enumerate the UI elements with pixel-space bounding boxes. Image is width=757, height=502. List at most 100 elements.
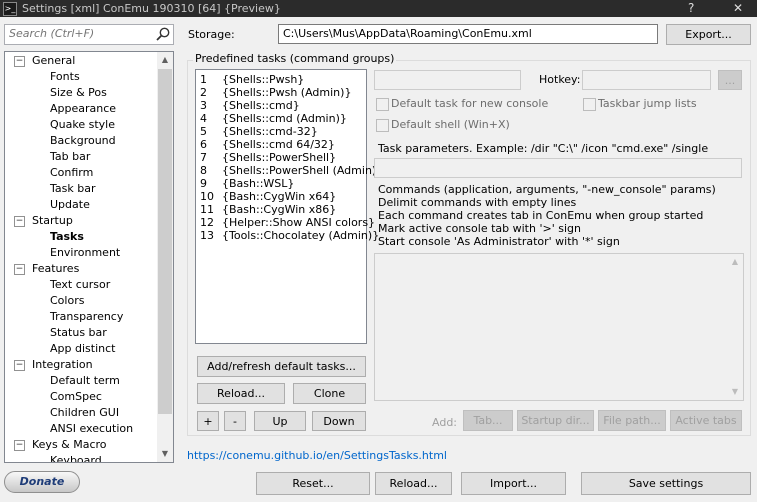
import-button[interactable]: Import... [461, 472, 566, 495]
task-list[interactable]: 1 {Shells::Pwsh} 2 {Shells::Pwsh (Admin)} 3{… [195, 69, 383, 344]
move-down-button[interactable]: Down [312, 411, 366, 431]
task-row[interactable]: 4 {Shells::cmd (Admin)} [200, 112, 347, 125]
tree-item-task-bar[interactable]: Task bar [50, 181, 95, 197]
task-number: 9 [200, 177, 207, 190]
tree-item-features[interactable]: Features [32, 261, 79, 277]
task-name: {Tools::Chocolatey (Admin)} [222, 229, 380, 242]
task-row[interactable]: 6 {Shells::cmd 64/32} [200, 138, 335, 151]
hotkey-field[interactable] [582, 70, 711, 90]
help-button[interactable]: ? [688, 0, 694, 17]
add-file-path-button[interactable]: File path... [598, 410, 666, 431]
tree-item-quake-style[interactable]: Quake style [50, 117, 115, 133]
search-box [4, 24, 174, 45]
task-row[interactable]: 10 {Bash::CygWin x64} [200, 190, 336, 203]
task-params-field[interactable] [374, 158, 742, 178]
task-row[interactable]: 13 {Tools::Chocolatey (Admin)} [200, 229, 379, 242]
tree-item-keyboard[interactable]: Keyboard [50, 453, 102, 462]
collapse-icon[interactable]: − [14, 440, 25, 451]
tree-item-comspec[interactable]: ComSpec [50, 389, 102, 405]
add-tab-button[interactable]: Tab... [463, 410, 513, 431]
default-task-checkbox[interactable] [376, 98, 389, 111]
add-refresh-default-tasks-button[interactable]: Add/refresh default tasks... [197, 356, 366, 377]
taskbar-jump-checkbox[interactable] [583, 98, 596, 111]
collapse-icon[interactable]: − [14, 264, 25, 275]
settings-tree: − General Fonts Size & Pos Appearance Quake s… [4, 51, 174, 463]
cmd-scroll-down-icon[interactable]: ▼ [727, 384, 743, 400]
tree-item-text-cursor[interactable]: Text cursor [50, 277, 110, 293]
collapse-icon[interactable]: − [14, 56, 25, 67]
move-up-button[interactable]: Up [254, 411, 306, 431]
task-name-field[interactable] [374, 70, 521, 90]
add-startup-dir-button[interactable]: Startup dir... [517, 410, 594, 431]
tree-item-transparency[interactable]: Transparency [50, 309, 123, 325]
export-button[interactable]: Export... [666, 24, 751, 45]
cmd-scroll-up-icon[interactable]: ▲ [727, 254, 743, 270]
tree-item-background[interactable]: Background [50, 133, 116, 149]
scroll-up-icon[interactable]: ▲ [157, 52, 173, 68]
commands-textarea[interactable]: ▲ ▼ [374, 253, 744, 401]
tree-item-update[interactable]: Update [50, 197, 90, 213]
tree-item-children-gui[interactable]: Children GUI [50, 405, 119, 421]
tree-item-app-distinct[interactable]: App distinct [50, 341, 115, 357]
tree-item-keys-macro[interactable]: Keys & Macro [32, 437, 107, 453]
task-name: {Helper::Show ANSI colors} [222, 216, 376, 229]
task-row[interactable]: 1 {Shells::Pwsh} [200, 73, 304, 86]
clone-button[interactable]: Clone [293, 383, 366, 404]
hotkey-browse-button[interactable]: ... [718, 70, 742, 90]
task-number: 4 [200, 112, 207, 125]
add-label: Add: [432, 416, 458, 429]
add-task-button[interactable]: + [197, 411, 219, 431]
task-row[interactable]: 12 {Helper::Show ANSI colors} [200, 216, 375, 229]
task-row[interactable]: 2 {Shells::Pwsh (Admin)} [200, 86, 351, 99]
collapse-icon[interactable]: − [14, 216, 25, 227]
tree-item-ansi-execution[interactable]: ANSI execution [50, 421, 133, 437]
task-row[interactable]: 5 {Shells::cmd-32} [200, 125, 318, 138]
task-row[interactable]: 9 {Bash::WSL} [200, 177, 294, 190]
tree-item-integration[interactable]: Integration [32, 357, 93, 373]
task-name: {Bash::WSL} [222, 177, 295, 190]
search-icon[interactable] [155, 26, 171, 42]
scroll-down-icon[interactable]: ▼ [157, 446, 173, 462]
task-row[interactable]: 11 {Bash::CygWin x86} [200, 203, 336, 216]
task-name: {Shells::cmd-32} [222, 125, 318, 138]
default-shell-checkbox[interactable] [376, 119, 389, 132]
tree-item-startup[interactable]: Startup [32, 213, 73, 229]
tree-item-environment[interactable]: Environment [50, 245, 120, 261]
add-active-tabs-button[interactable]: Active tabs [670, 410, 742, 431]
tree-item-confirm[interactable]: Confirm [50, 165, 93, 181]
task-number: 7 [200, 151, 207, 164]
title-bar: >_ Settings [xml] ConEmu 190310 [64] {Pr… [0, 0, 757, 17]
tree-item-default-term[interactable]: Default term [50, 373, 120, 389]
save-settings-button[interactable]: Save settings [581, 472, 751, 495]
task-row[interactable]: 7 {Shells::PowerShell} [200, 151, 336, 164]
remove-task-button[interactable]: - [224, 411, 246, 431]
storage-path-field[interactable]: C:\Users\Mus\AppData\Roaming\ConEmu.xml [278, 24, 658, 44]
task-name: {Shells::PowerShell} [222, 151, 337, 164]
task-name: {Shells::cmd} [222, 99, 300, 112]
tree-item-size-pos[interactable]: Size & Pos [50, 85, 107, 101]
commands-scrollbar[interactable]: ▲ ▼ [727, 254, 743, 400]
commands-help-1: Commands (application, arguments, "-new_… [378, 183, 716, 196]
tree-item-fonts[interactable]: Fonts [50, 69, 80, 85]
reload-tasks-button[interactable]: Reload... [197, 383, 285, 404]
reset-button[interactable]: Reset... [256, 472, 370, 495]
donate-button[interactable]: Donate [4, 471, 80, 493]
help-link[interactable]: https://conemu.github.io/en/SettingsTask… [187, 449, 447, 462]
task-row[interactable]: 8 {Shells::PowerShell (Admin)} [200, 164, 383, 177]
tree-item-status-bar[interactable]: Status bar [50, 325, 107, 341]
scroll-thumb[interactable] [158, 69, 172, 414]
search-input[interactable] [5, 25, 153, 42]
tree-item-tasks[interactable]: Tasks [50, 229, 84, 245]
tree-item-general[interactable]: General [32, 53, 75, 69]
task-row[interactable]: 3 {Shells::cmd} [200, 99, 300, 112]
tree-item-appearance[interactable]: Appearance [50, 101, 116, 117]
collapse-icon[interactable]: − [14, 360, 25, 371]
tree-item-colors[interactable]: Colors [50, 293, 84, 309]
close-button[interactable]: ✕ [733, 0, 743, 17]
tree-item-tab-bar[interactable]: Tab bar [50, 149, 90, 165]
task-name: {Bash::CygWin x64} [222, 190, 337, 203]
task-number: 11 [200, 203, 214, 216]
tree-scrollbar[interactable]: ▲ ▼ [157, 52, 173, 462]
reload-settings-button[interactable]: Reload... [375, 472, 452, 495]
commands-help-3: Each command creates tab in ConEmu when … [378, 209, 704, 222]
